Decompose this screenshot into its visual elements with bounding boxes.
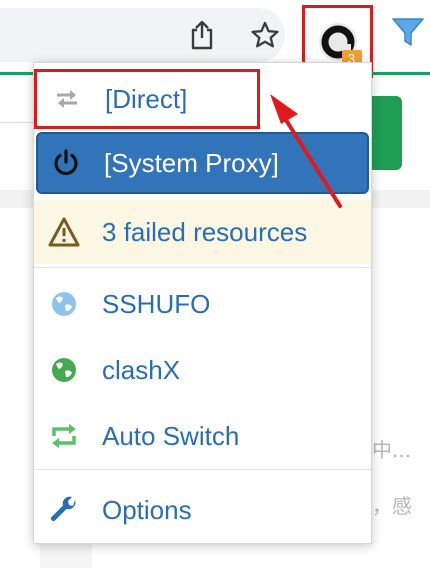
menu-item-label: [System Proxy] [104,147,279,178]
globe-icon [48,354,80,386]
bookmark-star-button[interactable] [245,15,285,55]
menu-item-system-proxy[interactable]: [System Proxy] [36,132,369,194]
menu-item-direct[interactable]: [Direct] [34,69,260,129]
page-green-button[interactable] [372,96,402,170]
globe-icon [48,288,80,320]
menu-divider [34,469,371,470]
refresh-icon [48,420,80,452]
menu-item-failed-resources[interactable]: 3 failed resources [34,200,371,264]
page-text-snippet: ，感 [372,494,412,518]
transfer-arrows-icon [51,83,83,115]
menu-item-label: [Direct] [105,83,188,114]
screenshot-stage: 3 中... ，感 [Direct] [System Proxy] 3 fail… [0,0,430,568]
switchyomega-icon: 3 [318,22,362,68]
menu-item-auto-switch[interactable]: Auto Switch [34,405,371,467]
filter-icon [392,18,424,46]
menu-item-label: clashX [102,354,181,385]
address-bar[interactable] [0,8,285,62]
menu-divider [34,267,371,268]
proxy-switch-menu: [Direct] [System Proxy] 3 failed resourc… [33,62,372,544]
power-icon [50,147,82,179]
star-icon [251,21,279,48]
menu-item-options[interactable]: Options [34,479,371,541]
page-text-snippet: 中... [372,438,412,462]
menu-item-clashx[interactable]: clashX [34,339,371,401]
share-icon [191,20,213,50]
menu-item-label: Auto Switch [102,420,240,451]
filter-extension-button[interactable] [388,12,428,52]
menu-item-label: SSHUFO [102,288,211,319]
warning-icon [48,216,80,248]
menu-item-sshufo[interactable]: SSHUFO [34,273,371,335]
wrench-icon [48,494,80,526]
menu-item-label: Options [102,494,192,525]
menu-item-label: 3 failed resources [102,216,308,247]
share-button[interactable] [182,15,222,55]
